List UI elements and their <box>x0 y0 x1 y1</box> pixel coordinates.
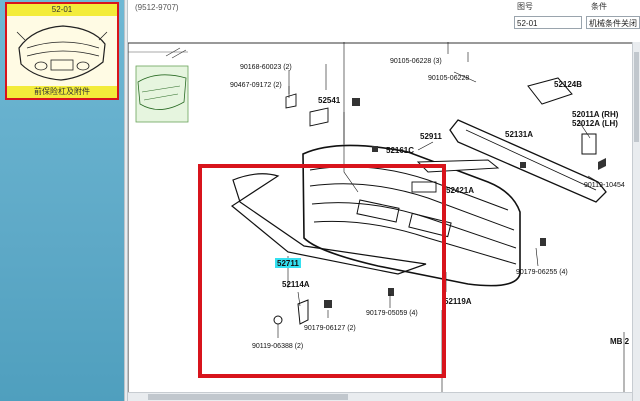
figure-thumbnail-card[interactable]: 52-01 前保险杠及附件 <box>5 2 119 100</box>
vertical-scrollbar[interactable] <box>632 42 640 401</box>
part-label-90168[interactable]: 90168-60023 (2) <box>240 64 292 71</box>
condition-label: 条件 <box>591 2 607 11</box>
part-label-52012a[interactable]: 52012A (LH) <box>572 119 618 128</box>
vertical-scrollbar-thumb[interactable] <box>634 52 639 142</box>
part-label-90105-a[interactable]: 90105-06228 (3) <box>390 58 442 65</box>
thumbnail-bumper-image <box>16 25 108 81</box>
figure-number-label: 图号 <box>517 2 533 11</box>
part-label-52011a[interactable]: 52011A (RH) <box>572 110 619 119</box>
part-label-52114a[interactable]: 52114A <box>282 280 310 289</box>
inset-vehicle-view <box>128 47 189 123</box>
part-label-52131a[interactable]: 52131A <box>505 130 533 139</box>
part-label-90105-b[interactable]: 90105-06228 <box>428 75 469 82</box>
parts-diagram: 90168-60023 (2) 90467-09172 (2) 52541 90… <box>128 42 640 401</box>
part-label-90119-a[interactable]: 90119-10454 <box>584 182 625 189</box>
part-label-90179-b[interactable]: 90179-06255 (4) <box>516 269 568 276</box>
condition-field[interactable]: 机械条件关闭 <box>586 16 640 29</box>
part-label-52119a[interactable]: 52119A <box>444 297 472 306</box>
figure-footnote: MB 2 <box>610 337 630 346</box>
part-label-90179-a[interactable]: 90179-05059 (4) <box>366 310 418 317</box>
figure-list-panel: 52-01 前保险杠及附件 <box>0 0 128 401</box>
parts-diagram-canvas: 90168-60023 (2) 90467-09172 (2) 52541 90… <box>128 42 640 401</box>
part-label-52161c[interactable]: 52161C <box>386 146 414 155</box>
part-label-52911[interactable]: 52911 <box>420 132 442 141</box>
model-year-range: (9512-9707) <box>135 3 179 12</box>
thumbnail-figure-code: 52-01 <box>7 4 117 16</box>
horizontal-scrollbar-thumb[interactable] <box>148 394 348 400</box>
figure-number-field[interactable]: 52-01 <box>514 16 582 29</box>
figure-header: (9512-9707) 图号 条件 52-01 机械条件关闭 <box>128 0 640 42</box>
thumbnail-caption: 前保险杠及附件 <box>7 86 117 98</box>
part-label-52541[interactable]: 52541 <box>318 96 341 105</box>
part-label-52124b[interactable]: 52124B <box>554 80 582 89</box>
part-label-52421a[interactable]: 52421A <box>446 186 474 195</box>
part-label-90179-c[interactable]: 90179-06127 (2) <box>304 325 356 332</box>
horizontal-scrollbar[interactable] <box>128 392 632 401</box>
part-label-52711[interactable]: 52711 <box>277 259 299 268</box>
part-label-90467[interactable]: 90467-09172 (2) <box>230 82 282 89</box>
part-label-90119-b[interactable]: 90119-06388 (2) <box>252 343 303 350</box>
